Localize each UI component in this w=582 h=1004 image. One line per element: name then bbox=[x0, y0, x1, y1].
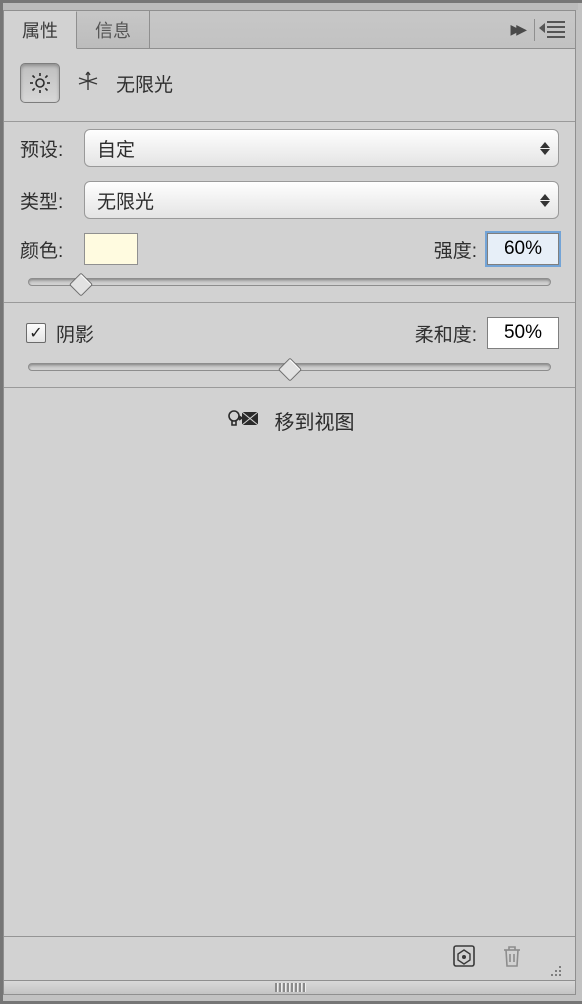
shadow-section: ✓ 阴影 柔和度: 50% bbox=[4, 303, 575, 388]
sun-icon bbox=[28, 71, 52, 95]
panel-frame: 属性 信息 ▶▶ 无限光 bbox=[0, 0, 582, 1004]
color-label: 颜色: bbox=[20, 236, 74, 263]
preset-select[interactable]: 自定 bbox=[84, 129, 559, 167]
top-drag-strip[interactable] bbox=[3, 3, 578, 10]
light-type-button[interactable] bbox=[20, 63, 60, 103]
softness-slider[interactable] bbox=[28, 363, 551, 371]
panel-footer bbox=[4, 936, 575, 980]
tab-info[interactable]: 信息 bbox=[77, 11, 150, 48]
softness-slider-wrap bbox=[4, 357, 575, 387]
softness-input[interactable]: 50% bbox=[487, 317, 559, 349]
tab-header-controls: ▶▶ bbox=[510, 11, 575, 48]
resize-grip-icon[interactable] bbox=[547, 962, 561, 976]
move-to-view-row[interactable]: 移到视图 bbox=[4, 388, 575, 453]
intensity-label: 强度: bbox=[434, 236, 477, 263]
move-3d-icon[interactable] bbox=[76, 69, 100, 98]
select-arrows-icon bbox=[540, 194, 550, 207]
collapse-icon[interactable]: ▶▶ bbox=[510, 21, 522, 38]
separator bbox=[534, 19, 535, 41]
move-to-view-icon bbox=[225, 406, 261, 435]
softness-label: 柔和度: bbox=[415, 320, 477, 347]
preset-row: 预设: 自定 bbox=[4, 122, 575, 174]
tabs-bar: 属性 信息 ▶▶ bbox=[4, 11, 575, 49]
type-value: 无限光 bbox=[97, 187, 154, 214]
softness-slider-thumb[interactable] bbox=[277, 358, 301, 382]
type-select[interactable]: 无限光 bbox=[84, 181, 559, 219]
shadow-label: 阴影 bbox=[56, 320, 94, 347]
light-title: 无限光 bbox=[116, 70, 173, 97]
properties-panel: 属性 信息 ▶▶ 无限光 bbox=[3, 10, 576, 995]
type-row: 类型: 无限光 bbox=[4, 174, 575, 226]
intensity-slider-wrap bbox=[4, 272, 575, 302]
tab-properties-label: 属性 bbox=[22, 17, 58, 43]
shadow-row: ✓ 阴影 柔和度: 50% bbox=[4, 303, 575, 357]
tab-properties[interactable]: 属性 bbox=[4, 11, 77, 49]
preset-value: 自定 bbox=[97, 135, 135, 162]
intensity-value: 60% bbox=[504, 238, 542, 260]
type-label: 类型: bbox=[20, 187, 74, 214]
intensity-slider-thumb[interactable] bbox=[69, 273, 93, 297]
preset-label: 预设: bbox=[20, 135, 74, 162]
render-settings-button[interactable] bbox=[451, 943, 477, 974]
grip-icon bbox=[275, 983, 305, 992]
color-swatch[interactable] bbox=[84, 233, 138, 265]
bottom-drag-strip[interactable] bbox=[4, 980, 575, 994]
intensity-slider[interactable] bbox=[28, 278, 551, 286]
select-arrows-icon bbox=[540, 142, 550, 155]
color-intensity-row: 颜色: 强度: 60% bbox=[4, 226, 575, 272]
shadow-checkbox[interactable]: ✓ bbox=[26, 323, 46, 343]
softness-value: 50% bbox=[504, 322, 542, 344]
tab-info-label: 信息 bbox=[95, 17, 131, 43]
light-settings-section: 预设: 自定 类型: 无限光 颜色: 强度: 60% bbox=[4, 122, 575, 303]
move-to-view-label: 移到视图 bbox=[275, 406, 355, 435]
header-area: 无限光 bbox=[4, 49, 575, 122]
delete-button[interactable] bbox=[499, 943, 525, 974]
intensity-input[interactable]: 60% bbox=[487, 233, 559, 265]
panel-menu-icon[interactable] bbox=[547, 21, 565, 38]
